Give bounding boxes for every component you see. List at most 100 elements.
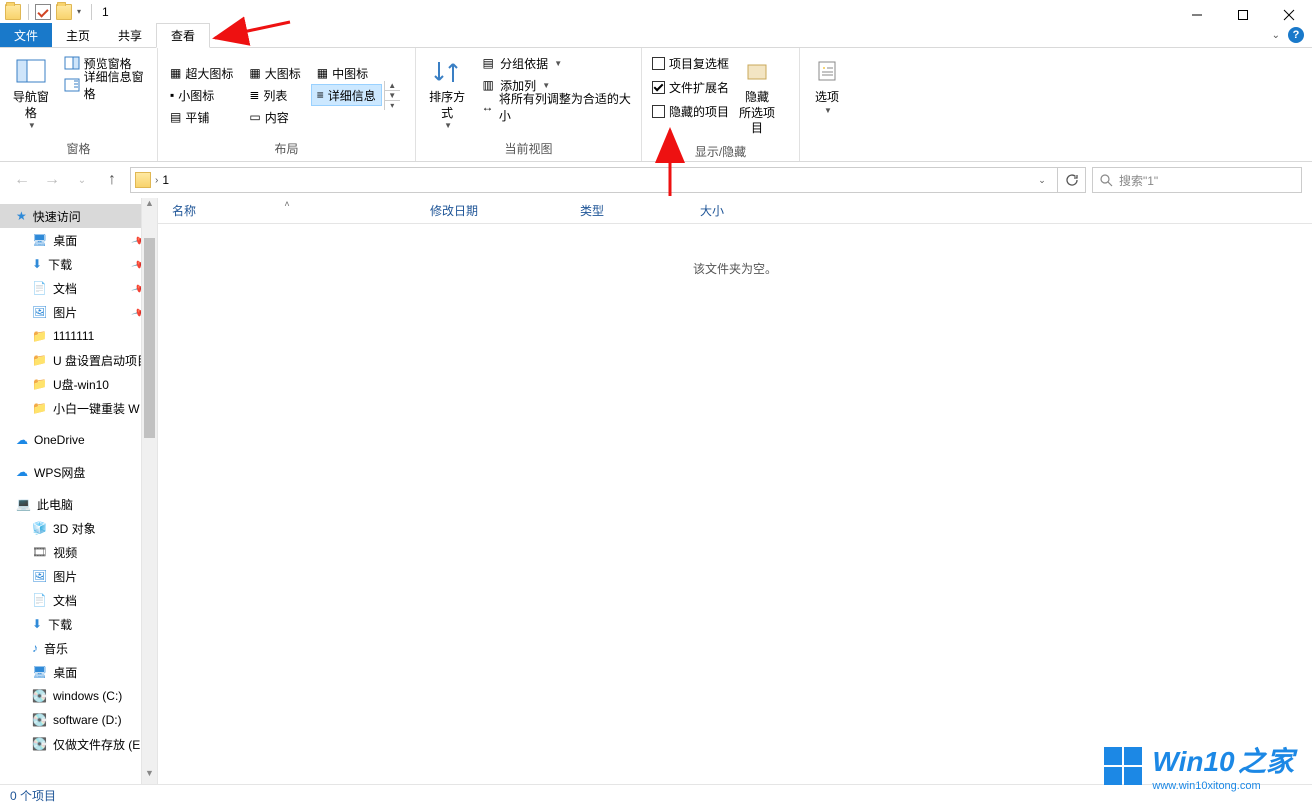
desktop-icon: 🖥 <box>32 233 47 247</box>
tree-item[interactable]: 📄文档 <box>0 588 157 612</box>
tree-item[interactable]: ⬇下载 <box>0 612 157 636</box>
sidebar-scrollbar[interactable]: ▲ ▼ <box>141 198 157 784</box>
col-type[interactable]: 类型 <box>566 202 686 219</box>
layout-extra-large[interactable]: ▦超大图标 <box>164 62 239 84</box>
group-show-hide-label: 显示/隐藏 <box>648 141 793 164</box>
col-size[interactable]: 大小 <box>686 202 766 219</box>
folder-icon: 📁 <box>32 329 47 343</box>
tab-file[interactable]: 文件 <box>0 23 52 47</box>
tree-item[interactable]: 💽windows (C:) <box>0 684 157 708</box>
group-current-view-label: 当前视图 <box>422 138 635 161</box>
tree-quick-access[interactable]: ★快速访问 <box>0 204 157 228</box>
layout-tiles[interactable]: ▤平铺 <box>164 106 239 128</box>
nav-pane-label: 导航窗格 <box>8 90 54 121</box>
checkbox-checked-icon <box>652 81 665 94</box>
column-headers: ˄名称 修改日期 类型 大小 <box>158 198 1312 224</box>
collapse-ribbon-icon[interactable]: ⌄ <box>1272 30 1280 41</box>
tab-home[interactable]: 主页 <box>52 23 104 47</box>
tree-item[interactable]: 🖼图片 <box>0 564 157 588</box>
tree-item[interactable]: ♪音乐 <box>0 636 157 660</box>
layout-large[interactable]: ▦大图标 <box>243 62 306 84</box>
back-button[interactable]: ← <box>10 168 34 192</box>
nav-pane-button[interactable]: 导航窗格 ▼ <box>6 52 56 136</box>
chevron-down-icon: ▼ <box>444 121 452 131</box>
watermark-logo-icon <box>1104 747 1142 785</box>
item-checkboxes-toggle[interactable]: 项目复选框 <box>648 52 733 74</box>
hidden-items-toggle[interactable]: 隐藏的项目 <box>648 100 733 122</box>
picture-icon: 🖼 <box>32 569 47 583</box>
options-button[interactable]: 选项 ▼ <box>806 52 848 120</box>
tree-item[interactable]: 💽software (D:) <box>0 708 157 732</box>
folder-icon: 📁 <box>32 401 47 415</box>
scrollbar-thumb[interactable] <box>144 238 155 438</box>
group-options: 选项 ▼ <box>800 48 854 161</box>
sort-asc-icon: ˄ <box>284 199 289 209</box>
chevron-down-icon: ▼ <box>824 106 832 116</box>
tree-item[interactable]: 📁1111111 <box>0 324 157 348</box>
fit-columns-button[interactable]: ↔将所有列调整为合适的大小 <box>476 96 635 118</box>
up-button[interactable]: ↑ <box>100 168 124 192</box>
col-name[interactable]: ˄名称 <box>158 202 416 219</box>
tree-item[interactable]: 🖥桌面📌 <box>0 228 157 252</box>
tree-item[interactable]: 🖥桌面 <box>0 660 157 684</box>
app-folder-icon <box>5 4 21 20</box>
sort-label: 排序方式 <box>424 90 470 121</box>
qat-newfolder-icon[interactable] <box>56 4 72 20</box>
desktop-icon: 🖥 <box>32 665 47 679</box>
separator <box>28 4 29 20</box>
layout-list[interactable]: ≣列表 <box>243 84 306 106</box>
tree-item[interactable]: 💽仅做文件存放 (E <box>0 732 157 756</box>
tree-item[interactable]: 📁U 盘设置启动项目 <box>0 348 157 372</box>
item-count: 0 个项目 <box>10 787 56 804</box>
tree-item[interactable]: 🎞视频 <box>0 540 157 564</box>
picture-icon: 🖼 <box>32 305 47 319</box>
layout-medium[interactable]: ▦中图标 <box>311 62 382 84</box>
download-icon: ⬇ <box>32 257 42 271</box>
tab-view[interactable]: 查看 <box>156 23 210 48</box>
nav-tree: ★快速访问 🖥桌面📌 ⬇下载📌 📄文档📌 🖼图片📌 📁1111111 📁U 盘设… <box>0 198 158 784</box>
address-dropdown-icon[interactable]: ⌄ <box>1031 175 1053 186</box>
refresh-button[interactable] <box>1058 167 1086 193</box>
tree-item[interactable]: 🖼图片📌 <box>0 300 157 324</box>
ribbon: 导航窗格 ▼ 预览窗格 详细信息窗格 窗格 ▦超大图标 ▦大图标 ▦中图标 <box>0 48 1312 162</box>
tree-wps[interactable]: ☁WPS网盘 <box>0 460 157 484</box>
search-input[interactable]: 搜索"1" <box>1092 167 1302 193</box>
tree-item[interactable]: 📄文档📌 <box>0 276 157 300</box>
video-icon: 🎞 <box>32 545 47 559</box>
breadcrumb-current[interactable]: 1 <box>162 173 169 187</box>
drive-icon: 💽 <box>32 713 47 727</box>
qat-properties-icon[interactable] <box>35 4 51 20</box>
title-bar: ▾ 1 <box>0 0 1312 23</box>
hide-selected-label: 隐藏 <box>745 90 769 106</box>
address-bar[interactable]: › 1 ⌄ <box>130 167 1058 193</box>
tree-item[interactable]: 📁U盘-win10 <box>0 372 157 396</box>
folder-icon: 📁 <box>32 353 47 367</box>
details-pane-button[interactable]: 详细信息窗格 <box>60 74 151 96</box>
tab-share[interactable]: 共享 <box>104 23 156 47</box>
layout-details[interactable]: ≡详细信息 <box>311 84 382 106</box>
tree-onedrive[interactable]: ☁OneDrive <box>0 428 157 452</box>
sort-button[interactable]: 排序方式 ▼ <box>422 52 472 136</box>
tree-item[interactable]: ⬇下载📌 <box>0 252 157 276</box>
file-ext-toggle[interactable]: 文件扩展名 <box>648 76 733 98</box>
group-by-button[interactable]: ▤分组依据▼ <box>476 52 635 74</box>
layout-small[interactable]: ▪小图标 <box>164 84 239 106</box>
forward-button[interactable]: → <box>40 168 64 192</box>
group-layout-label: 布局 <box>164 138 409 161</box>
hide-selected-button[interactable]: 隐藏 所选项目 <box>733 52 781 141</box>
col-modified[interactable]: 修改日期 <box>416 202 566 219</box>
details-pane-label: 详细信息窗格 <box>84 68 147 102</box>
qat-dropdown-icon[interactable]: ▾ <box>75 7 83 16</box>
history-dropdown[interactable]: ⌄ <box>70 168 94 192</box>
ribbon-tabs: 文件 主页 共享 查看 ⌄ ? <box>0 23 1312 48</box>
download-icon: ⬇ <box>32 617 42 631</box>
tree-this-pc[interactable]: 💻此电脑 <box>0 492 157 516</box>
pc-icon: 💻 <box>16 497 31 511</box>
group-show-hide: 项目复选框 文件扩展名 隐藏的项目 隐藏 所选项目 显示/隐藏 <box>642 48 800 161</box>
layout-content[interactable]: ▭内容 <box>243 106 306 128</box>
star-icon: ★ <box>16 209 27 223</box>
tree-item[interactable]: 🧊3D 对象 <box>0 516 157 540</box>
help-icon[interactable]: ? <box>1288 27 1304 43</box>
layout-scroll[interactable]: ▲▼▾ <box>384 81 400 110</box>
tree-item[interactable]: 📁小白一键重装 W <box>0 396 157 420</box>
